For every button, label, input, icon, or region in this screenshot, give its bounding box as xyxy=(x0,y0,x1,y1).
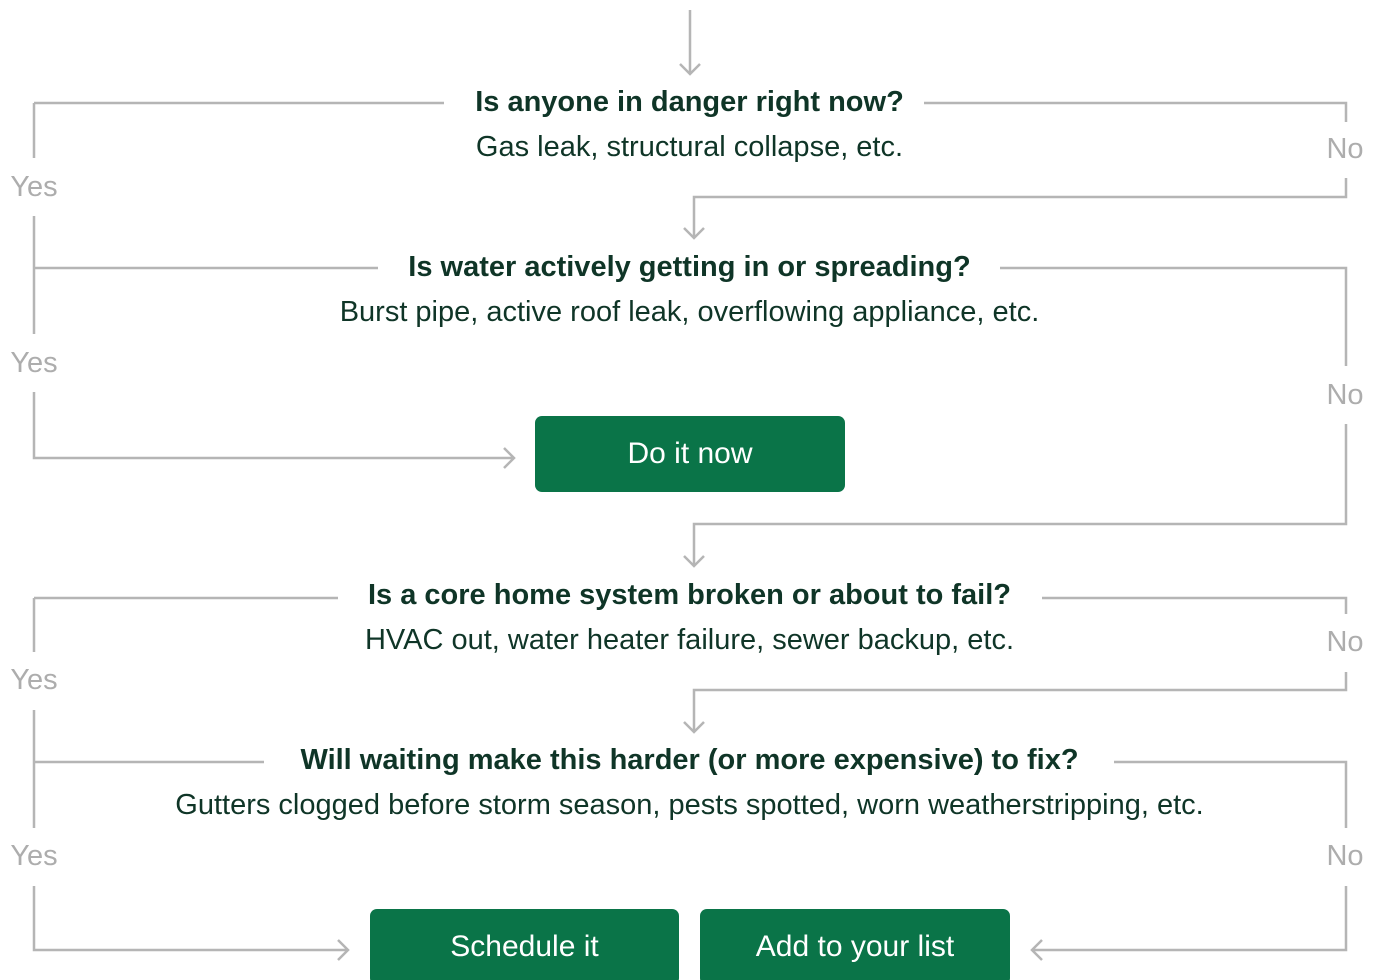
question-3-example: HVAC out, water heater failure, sewer ba… xyxy=(364,624,1015,656)
yes-to-do-now xyxy=(32,392,516,469)
yes-label-q3: Yes xyxy=(0,662,74,698)
question-4-example: Gutters clogged before storm season, pes… xyxy=(175,789,1204,821)
no-label-q1: No xyxy=(1305,131,1379,167)
question-4-title: Will waiting make this harder (or more e… xyxy=(0,742,1379,778)
yes-label-q1: Yes xyxy=(0,169,74,205)
question-2-title: Is water actively getting in or spreadin… xyxy=(0,249,1379,285)
question-2-example: Burst pipe, active roof leak, overflowin… xyxy=(339,296,1040,328)
question-1-example: Gas leak, structural collapse, etc. xyxy=(475,131,904,163)
do-it-now-button[interactable]: Do it now xyxy=(535,416,845,492)
q1-no-connector xyxy=(683,101,1348,240)
entry-arrow xyxy=(679,10,701,76)
decision-flowchart: Is anyone in danger right now? Gas leak,… xyxy=(0,0,1379,980)
no-label-q3: No xyxy=(1305,624,1379,660)
add-to-list-button[interactable]: Add to your list xyxy=(700,909,1010,980)
yes-label-q4: Yes xyxy=(0,838,74,874)
q3-no-connector xyxy=(683,596,1348,734)
yes-to-schedule xyxy=(32,886,350,961)
yes-label-q2: Yes xyxy=(0,345,74,381)
question-1-title: Is anyone in danger right now? xyxy=(0,84,1379,120)
no-label-q4: No xyxy=(1305,838,1379,874)
question-3-title: Is a core home system broken or about to… xyxy=(0,577,1379,613)
no-label-q2: No xyxy=(1305,377,1379,413)
schedule-it-button[interactable]: Schedule it xyxy=(370,909,679,980)
